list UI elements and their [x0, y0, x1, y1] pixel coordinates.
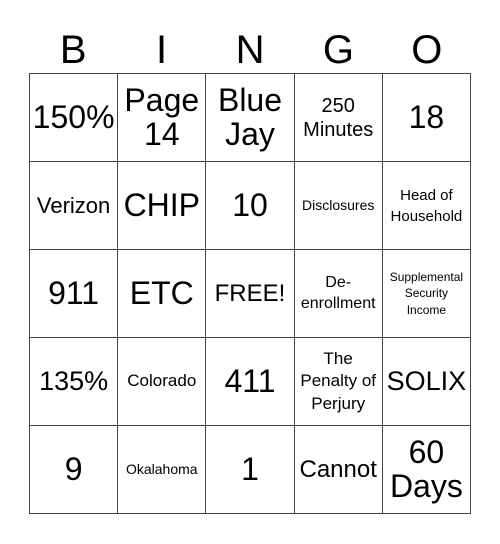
bingo-cell[interactable]: 10 — [206, 162, 295, 250]
bingo-cell[interactable]: 135% — [30, 338, 119, 426]
bingo-cell[interactable]: ETC — [118, 250, 207, 338]
bingo-cell[interactable]: 250 Minutes — [294, 74, 383, 162]
header-letter-o: O — [411, 28, 443, 72]
bingo-cell[interactable]: Page 14 — [118, 74, 207, 162]
bingo-cell[interactable]: De-enrollment — [294, 250, 383, 338]
bingo-cell[interactable]: 411 — [206, 338, 295, 426]
bingo-cell[interactable]: 150% — [30, 74, 119, 162]
bingo-cell[interactable]: SOLIX — [382, 338, 471, 426]
bingo-cell[interactable]: Verizon — [30, 162, 119, 250]
bingo-cell[interactable]: Okalahoma — [118, 426, 207, 514]
bingo-cell[interactable]: Colorado — [118, 338, 207, 426]
bingo-cell[interactable]: Disclosures — [294, 162, 383, 250]
bingo-cell[interactable]: The Penalty of Perjury — [294, 338, 383, 426]
bingo-cell[interactable]: CHIP — [118, 162, 207, 250]
bingo-cell[interactable]: 60 Days — [382, 426, 471, 514]
bingo-cell[interactable]: Blue Jay — [206, 74, 295, 162]
bingo-header: B I N G O — [29, 28, 471, 73]
bingo-cell[interactable]: 1 — [206, 426, 295, 514]
bingo-cell[interactable]: 911 — [30, 250, 119, 338]
bingo-cell[interactable]: Supplemental Security Income — [382, 250, 471, 338]
bingo-cell[interactable]: Cannot — [294, 426, 383, 514]
header-letter-n: N — [235, 28, 265, 72]
bingo-cell[interactable]: Head of Household — [382, 162, 471, 250]
header-letter-i: I — [156, 28, 168, 72]
header-letter-b: B — [59, 28, 87, 72]
bingo-cell[interactable]: 9 — [30, 426, 119, 514]
bingo-cell[interactable]: 18 — [382, 74, 471, 162]
free-space-cell[interactable]: FREE! — [206, 250, 295, 338]
bingo-grid: 150% Page 14 Blue Jay 250 Minutes 18 Ver… — [29, 73, 471, 514]
header-letter-g: G — [322, 28, 354, 72]
